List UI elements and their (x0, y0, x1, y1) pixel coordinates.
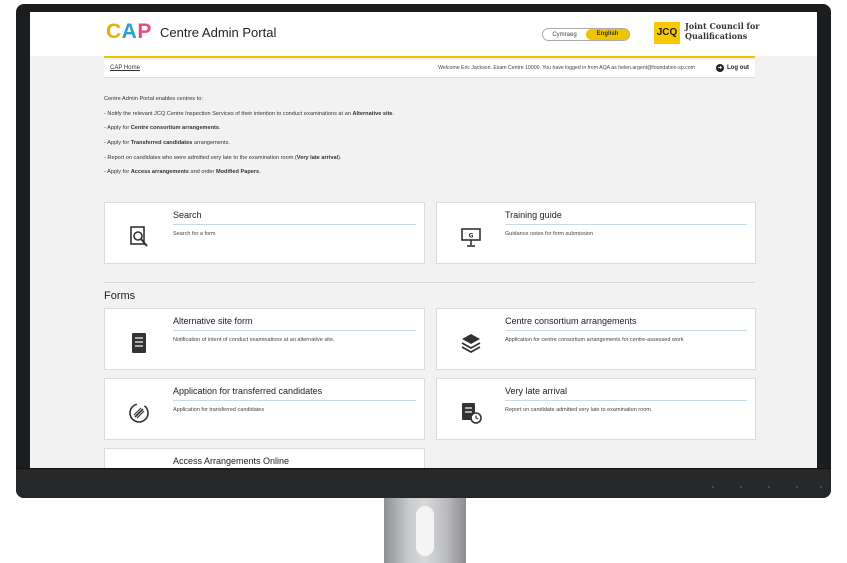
very-late-arrival-card[interactable]: Very late arrival Report on candidate ad… (436, 378, 756, 440)
user-info-bar: CAP Home Welcome Eric Jackson. Exam Cent… (104, 60, 755, 78)
lang-option-welsh[interactable]: Cymraeg (543, 32, 586, 38)
bezel-dot (740, 486, 742, 488)
card-description: Guidance notes for form submission (505, 231, 594, 237)
card-divider (505, 330, 747, 331)
card-title: Training guide (505, 210, 562, 220)
site-header: CAP Centre Admin Portal Cymraeg English … (30, 12, 817, 56)
language-toggle[interactable]: Cymraeg English (542, 28, 630, 41)
transfer-icon (129, 403, 149, 423)
svg-text:G: G (469, 233, 474, 240)
card-divider (173, 400, 416, 401)
logout-icon: ➜ (716, 64, 724, 72)
intro-line: - Apply for Access arrangements and orde… (104, 169, 261, 176)
search-card[interactable]: Search Search for a form (104, 202, 425, 264)
bezel-dot (712, 486, 714, 488)
cap-logo[interactable]: CAP (106, 20, 152, 44)
card-description: Application for centre consortium arrang… (505, 337, 684, 343)
layers-icon (461, 334, 481, 354)
intro-line: - Apply for Transferred candidates arran… (104, 140, 230, 147)
monitor-bezel (16, 468, 831, 498)
jcq-name: Joint Council for Qualifications (685, 21, 760, 41)
header-divider (104, 56, 755, 58)
section-divider (104, 282, 755, 283)
card-description: Application for transferred candidates (173, 407, 265, 413)
forms-heading: Forms (104, 290, 136, 302)
jcq-logo: JCQ (654, 22, 680, 44)
screen: CAP Centre Admin Portal Cymraeg English … (30, 12, 817, 468)
intro-line: - Apply for Centre consortium arrangemen… (104, 125, 221, 132)
bezel-dot (796, 486, 798, 488)
intro-line: - Report on candidates who were admitted… (104, 154, 342, 161)
intro-line: - Notify the relevant JCQ Centre Inspect… (104, 110, 395, 117)
card-description: Report on candidate admitted very late t… (505, 407, 653, 413)
welcome-message: Welcome Eric Jackson. Exam Centre 10000.… (438, 65, 695, 71)
portal-title: Centre Admin Portal (160, 25, 277, 40)
presentation-icon: G (461, 228, 481, 247)
card-title: Access Arrangements Online (173, 456, 290, 466)
document-icon (132, 333, 146, 353)
card-divider (505, 224, 747, 225)
card-divider (173, 224, 416, 225)
late-clock-icon (462, 403, 482, 424)
power-led (820, 486, 822, 488)
bezel-dot (768, 486, 770, 488)
cap-home-link[interactable]: CAP Home (110, 65, 140, 71)
card-title: Search (173, 210, 202, 220)
stand-cable-hole (416, 506, 434, 556)
card-title: Application for transferred candidates (173, 386, 323, 396)
card-description: Notification of intent of conduct examin… (173, 337, 335, 343)
intro-text: Centre Admin Portal enables centres to: … (104, 94, 755, 182)
card-title: Alternative site form (173, 316, 253, 326)
card-title: Very late arrival (505, 386, 568, 396)
alternative-site-form-card[interactable]: Alternative site form Notification of in… (104, 308, 425, 370)
logout-button[interactable]: ➜ Log out (716, 64, 749, 72)
card-title: Centre consortium arrangements (505, 316, 637, 326)
transferred-candidates-card[interactable]: Application for transferred candidates A… (104, 378, 425, 440)
access-arrangements-card[interactable]: Access Arrangements Online (104, 448, 425, 468)
centre-consortium-card[interactable]: Centre consortium arrangements Applicati… (436, 308, 756, 370)
card-divider (505, 400, 747, 401)
lang-option-english[interactable]: English (586, 29, 629, 40)
search-form-icon (130, 226, 148, 247)
training-guide-card[interactable]: G Training guide Guidance notes for form… (436, 202, 756, 264)
card-divider (173, 330, 416, 331)
card-description: Search for a form (173, 231, 216, 237)
logout-label: Log out (727, 65, 749, 71)
intro-lead: Centre Admin Portal enables centres to: (104, 96, 203, 102)
